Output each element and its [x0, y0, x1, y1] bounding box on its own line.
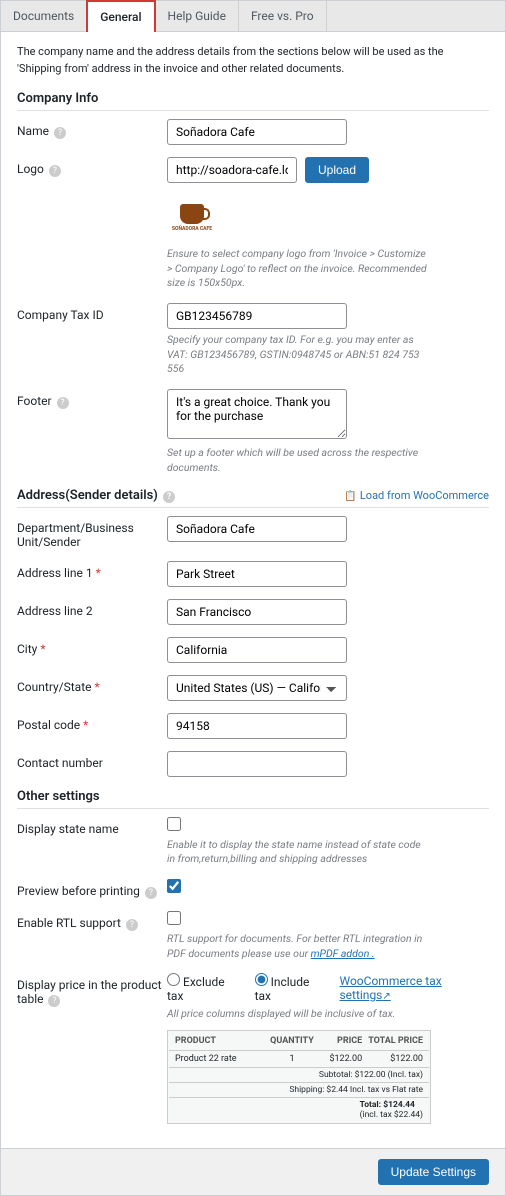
- help-icon[interactable]: ?: [145, 887, 157, 899]
- price-preview-table: PRODUCTQUANTITYPRICETOTAL PRICE Product …: [167, 1030, 431, 1124]
- tab-general[interactable]: General: [86, 0, 155, 32]
- tax-id-input[interactable]: [167, 303, 347, 329]
- logo-preview: SOÑADORA CAFE: [167, 193, 217, 243]
- address2-label: Address line 2: [17, 599, 167, 618]
- help-icon[interactable]: ?: [54, 127, 66, 139]
- update-settings-button[interactable]: Update Settings: [378, 1159, 489, 1185]
- address2-input[interactable]: [167, 599, 347, 625]
- help-icon[interactable]: ?: [49, 165, 61, 177]
- exclude-tax-option[interactable]: Exclude tax: [167, 973, 241, 1003]
- tax-label: Company Tax ID: [17, 308, 104, 322]
- price-hint: All price columns displayed will be incl…: [167, 1007, 427, 1022]
- tax-hint: Specify your company tax ID. For e.g. yo…: [167, 333, 427, 377]
- preview-label: Preview before printing: [17, 884, 140, 898]
- contact-input[interactable]: [167, 751, 347, 777]
- address1-label: Address line 1: [17, 566, 93, 580]
- include-tax-option[interactable]: Include tax: [255, 973, 326, 1003]
- city-input[interactable]: [167, 637, 347, 663]
- display-state-name-checkbox[interactable]: [167, 817, 181, 831]
- load-from-woocommerce-link[interactable]: Load from WooCommerce: [344, 489, 489, 502]
- help-icon[interactable]: ?: [163, 491, 175, 503]
- help-icon[interactable]: ?: [126, 919, 138, 931]
- section-address: Address(Sender details) ? Load from WooC…: [17, 488, 489, 508]
- section-company-info: Company Info: [17, 91, 489, 111]
- country-label: Country/State: [17, 680, 92, 694]
- tab-free-vs-pro[interactable]: Free vs. Pro: [239, 1, 327, 31]
- address1-input[interactable]: [167, 561, 347, 587]
- tab-documents[interactable]: Documents: [1, 1, 87, 31]
- intro-text: The company name and the address details…: [17, 44, 489, 77]
- postal-label: Postal code: [17, 718, 80, 732]
- settings-tabs: Documents General Help Guide Free vs. Pr…: [1, 1, 505, 32]
- preview-before-printing-checkbox[interactable]: [167, 879, 181, 893]
- dept-input[interactable]: [167, 516, 347, 542]
- upload-button[interactable]: Upload: [305, 157, 369, 183]
- help-icon[interactable]: ?: [48, 995, 60, 1007]
- city-label: City: [17, 642, 37, 656]
- postal-input[interactable]: [167, 713, 347, 739]
- help-icon[interactable]: ?: [57, 397, 69, 409]
- price-display-label: Display price in the product table: [17, 978, 162, 1006]
- name-label: Name: [17, 124, 49, 138]
- logo-url-input[interactable]: [167, 157, 297, 183]
- section-other-settings: Other settings: [17, 789, 489, 809]
- dept-label: Department/Business Unit/Sender: [17, 516, 167, 549]
- mpdf-addon-link[interactable]: mPDF addon .: [311, 947, 375, 960]
- logo-hint: Ensure to select company logo from 'Invo…: [167, 247, 427, 291]
- rtl-label: Enable RTL support: [17, 916, 121, 930]
- footer-textarea[interactable]: It's a great choice. Thank you for the p…: [167, 389, 347, 439]
- state-name-hint: Enable it to display the state name inst…: [167, 838, 427, 867]
- tab-help-guide[interactable]: Help Guide: [156, 1, 239, 31]
- contact-label: Contact number: [17, 751, 167, 770]
- state-name-label: Display state name: [17, 817, 167, 836]
- woocommerce-tax-settings-link[interactable]: WooCommerce tax settings: [339, 974, 489, 1002]
- enable-rtl-checkbox[interactable]: [167, 911, 181, 925]
- rtl-hint: RTL support for documents. For better RT…: [167, 932, 427, 961]
- footer-label: Footer: [17, 394, 52, 408]
- country-select[interactable]: United States (US) — California: [167, 675, 347, 701]
- logo-label: Logo: [17, 162, 44, 176]
- name-input[interactable]: [167, 119, 347, 145]
- footer-hint: Set up a footer which will be used acros…: [167, 446, 427, 475]
